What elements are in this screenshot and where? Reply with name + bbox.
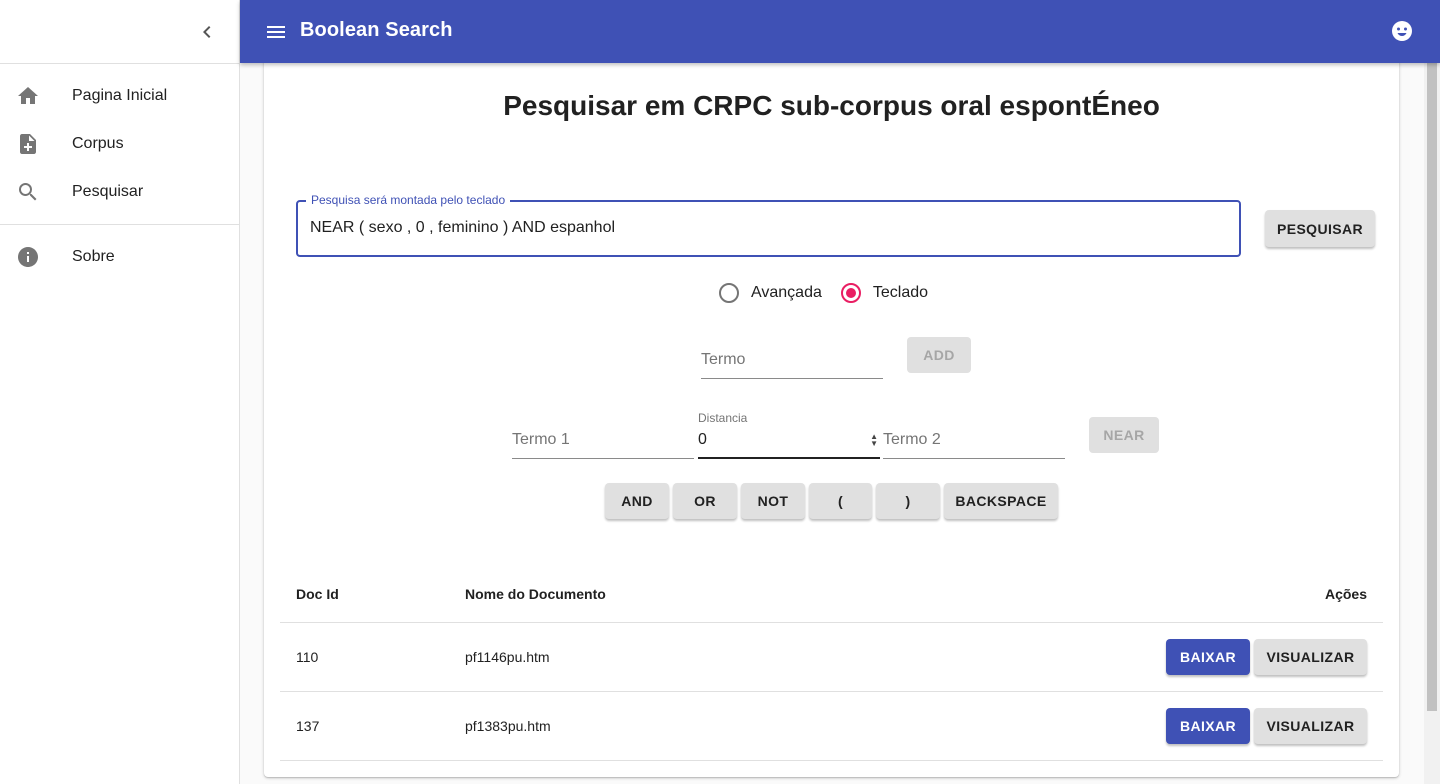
- chevron-left-icon: [203, 26, 211, 38]
- term1-field[interactable]: [512, 431, 694, 459]
- page-scrollbar[interactable]: [1424, 63, 1440, 784]
- info-icon: [16, 245, 40, 269]
- term2-input[interactable]: [883, 431, 1065, 449]
- query-field[interactable]: Pesquisa será montada pelo teclado: [296, 193, 1241, 257]
- sidebar-nav: Pagina Inicial Corpus Pesquisar: [0, 64, 239, 225]
- menu-button[interactable]: [264, 20, 288, 44]
- table-header: Doc Id Nome do Documento Ações: [280, 555, 1383, 623]
- view-button[interactable]: VISUALIZAR: [1254, 639, 1367, 675]
- distance-field[interactable]: ▲▼: [698, 431, 880, 459]
- radio-avancada[interactable]: Avançada: [719, 283, 822, 303]
- query-input[interactable]: [310, 219, 1210, 237]
- sidebar-item-label: Sobre: [72, 248, 115, 265]
- table-row: 110 pf1146pu.htm BAIXAR VISUALIZAR: [280, 623, 1383, 692]
- term-field[interactable]: [701, 351, 883, 379]
- distance-label: Distancia: [698, 411, 748, 425]
- sidebar-item-label: Corpus: [72, 135, 124, 152]
- table-row: 137 pf1383pu.htm BAIXAR VISUALIZAR: [280, 692, 1383, 761]
- search-button[interactable]: PESQUISAR: [1265, 210, 1375, 247]
- operator-not-button[interactable]: NOT: [741, 483, 805, 519]
- radio-teclado[interactable]: Teclado: [840, 283, 929, 303]
- sidebar-nav-secondary: Sobre: [0, 225, 239, 289]
- menu-icon: [267, 26, 285, 38]
- operator-open-paren-button[interactable]: (: [809, 483, 872, 519]
- column-header-actions: Ações: [1324, 586, 1367, 602]
- radio-checked-icon: [840, 283, 861, 303]
- search-icon: [16, 180, 40, 204]
- operator-or-button[interactable]: OR: [673, 483, 737, 519]
- home-icon: [16, 84, 40, 108]
- sidebar-item-pesquisar[interactable]: Pesquisar: [0, 168, 239, 216]
- doc-name-cell: pf1146pu.htm: [465, 649, 550, 665]
- doc-id-cell: 137: [296, 718, 320, 734]
- distance-input[interactable]: [698, 431, 880, 449]
- sidebar-item-label: Pagina Inicial: [72, 87, 168, 104]
- sidebar-item-sobre[interactable]: Sobre: [0, 233, 239, 281]
- sidebar-item-pagina-inicial[interactable]: Pagina Inicial: [0, 72, 239, 120]
- add-button[interactable]: ADD: [907, 337, 971, 373]
- results-table: Doc Id Nome do Documento Ações 110 pf114…: [280, 555, 1383, 761]
- download-button[interactable]: BAIXAR: [1166, 639, 1250, 675]
- app-bar: Boolean Search: [240, 0, 1440, 63]
- near-button[interactable]: NEAR: [1089, 417, 1159, 453]
- mode-radio-group: Avançada Teclado: [719, 283, 928, 303]
- doc-id-cell: 110: [296, 649, 319, 665]
- sidebar-item-label: Pesquisar: [72, 183, 144, 200]
- term-input[interactable]: [701, 351, 883, 369]
- number-spinner-icon[interactable]: ▲ ▼: [870, 433, 878, 448]
- page-title: Pesquisar em CRPC sub-corpus oral espont…: [503, 90, 1160, 121]
- sidebar: Pagina Inicial Corpus Pesquisar Sobre: [0, 0, 240, 784]
- term2-field[interactable]: [883, 431, 1065, 459]
- scrollbar-thumb[interactable]: [1427, 63, 1437, 711]
- view-button[interactable]: VISUALIZAR: [1254, 708, 1367, 744]
- app-title: Boolean Search: [300, 19, 453, 41]
- sidebar-header: [0, 0, 239, 64]
- radio-label: Avançada: [751, 284, 822, 301]
- radio-unchecked-icon: [719, 283, 739, 303]
- collapse-sidebar-button[interactable]: [195, 20, 219, 44]
- search-card: Pesquisar em CRPC sub-corpus oral espont…: [264, 55, 1399, 777]
- radio-label: Teclado: [872, 284, 929, 301]
- sidebar-item-corpus[interactable]: Corpus: [0, 120, 239, 168]
- column-header-doc-id: Doc Id: [296, 586, 339, 602]
- backspace-button[interactable]: BACKSPACE: [944, 483, 1058, 519]
- download-button[interactable]: BAIXAR: [1166, 708, 1250, 744]
- term1-input[interactable]: [512, 431, 694, 449]
- smiley-face-icon: [1392, 21, 1412, 41]
- operator-and-button[interactable]: AND: [605, 483, 669, 519]
- operator-close-paren-button[interactable]: ): [876, 483, 940, 519]
- query-field-label: Pesquisa será montada pelo teclado: [306, 193, 511, 207]
- note-add-icon: [16, 132, 40, 156]
- column-header-name: Nome do Documento: [465, 586, 606, 602]
- doc-name-cell: pf1383pu.htm: [465, 718, 551, 734]
- account-button[interactable]: [1390, 19, 1414, 43]
